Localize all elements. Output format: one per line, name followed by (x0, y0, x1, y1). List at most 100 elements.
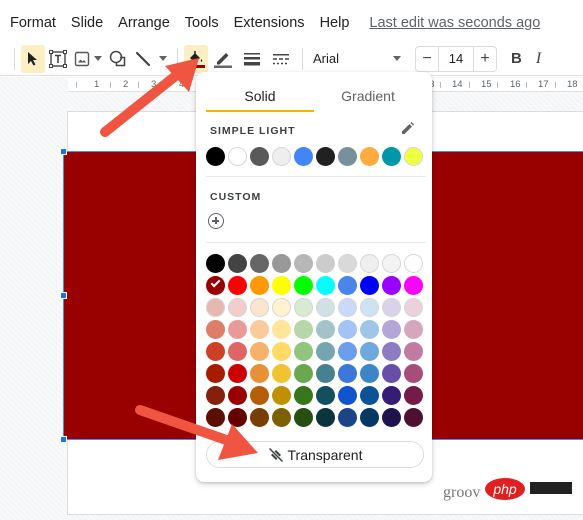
palette-color-swatch[interactable] (206, 342, 225, 361)
palette-color-swatch[interactable] (316, 342, 335, 361)
theme-color-swatch[interactable] (228, 147, 247, 166)
palette-color-swatch[interactable] (250, 408, 269, 427)
palette-color-swatch[interactable] (360, 386, 379, 405)
palette-color-swatch[interactable] (272, 298, 291, 317)
palette-color-swatch[interactable] (382, 386, 401, 405)
palette-color-swatch[interactable] (250, 364, 269, 383)
palette-color-swatch[interactable] (360, 254, 379, 273)
palette-color-swatch[interactable] (294, 386, 313, 405)
palette-color-swatch[interactable] (360, 342, 379, 361)
palette-color-swatch[interactable] (206, 408, 225, 427)
theme-color-swatch[interactable] (250, 147, 269, 166)
theme-color-swatch[interactable] (294, 147, 313, 166)
palette-color-swatch[interactable] (360, 364, 379, 383)
resize-handle-top-left[interactable] (60, 148, 67, 155)
palette-color-swatch[interactable] (316, 408, 335, 427)
palette-color-swatch[interactable] (272, 342, 291, 361)
resize-handle-bottom-left[interactable] (60, 436, 67, 443)
palette-color-swatch[interactable] (294, 276, 313, 295)
decrease-font-size-button[interactable]: − (416, 47, 438, 71)
palette-color-swatch[interactable] (382, 408, 401, 427)
palette-color-swatch[interactable] (228, 276, 247, 295)
palette-color-swatch[interactable] (338, 386, 357, 405)
palette-color-swatch[interactable] (272, 386, 291, 405)
image-tool-button[interactable] (71, 45, 105, 73)
palette-color-swatch[interactable] (316, 276, 335, 295)
palette-color-swatch[interactable] (272, 408, 291, 427)
palette-color-swatch[interactable] (338, 320, 357, 339)
palette-color-swatch[interactable] (404, 342, 423, 361)
palette-color-swatch[interactable] (338, 254, 357, 273)
theme-color-swatch[interactable] (338, 147, 357, 166)
edit-theme-button[interactable] (401, 122, 414, 140)
palette-color-swatch[interactable] (294, 364, 313, 383)
palette-color-swatch[interactable] (228, 386, 247, 405)
palette-color-swatch[interactable] (206, 386, 225, 405)
palette-color-swatch[interactable] (338, 408, 357, 427)
palette-color-swatch[interactable] (404, 254, 423, 273)
palette-color-swatch[interactable] (316, 254, 335, 273)
palette-color-swatch[interactable] (228, 408, 247, 427)
palette-color-swatch[interactable] (272, 276, 291, 295)
palette-color-swatch[interactable] (294, 298, 313, 317)
resize-handle-middle-left[interactable] (60, 292, 67, 299)
increase-font-size-button[interactable]: + (474, 47, 496, 71)
text-box-tool-button[interactable] (45, 45, 71, 73)
menu-help[interactable]: Help (320, 15, 350, 31)
palette-color-swatch[interactable] (250, 298, 269, 317)
palette-color-swatch[interactable] (228, 254, 247, 273)
palette-color-swatch[interactable] (404, 276, 423, 295)
palette-color-swatch[interactable] (338, 364, 357, 383)
italic-button[interactable]: I (536, 50, 541, 68)
palette-color-swatch[interactable] (360, 298, 379, 317)
palette-color-swatch[interactable] (294, 342, 313, 361)
theme-color-swatch[interactable] (360, 147, 379, 166)
palette-color-swatch[interactable] (360, 276, 379, 295)
last-edit-link[interactable]: Last edit was seconds ago (369, 15, 540, 31)
palette-color-swatch[interactable] (250, 254, 269, 273)
palette-color-swatch[interactable] (338, 276, 357, 295)
palette-color-swatch[interactable] (272, 364, 291, 383)
palette-color-swatch[interactable] (250, 386, 269, 405)
palette-color-swatch[interactable] (382, 254, 401, 273)
palette-color-swatch[interactable] (360, 320, 379, 339)
palette-color-swatch[interactable] (206, 298, 225, 317)
theme-color-swatch[interactable] (206, 147, 225, 166)
palette-color-swatch[interactable] (228, 342, 247, 361)
palette-color-swatch[interactable] (360, 408, 379, 427)
palette-color-swatch[interactable] (272, 320, 291, 339)
palette-color-swatch[interactable] (338, 298, 357, 317)
palette-color-swatch[interactable] (250, 276, 269, 295)
palette-color-swatch[interactable] (228, 364, 247, 383)
palette-color-swatch[interactable] (228, 320, 247, 339)
transparent-button[interactable]: Transparent (206, 441, 424, 468)
fill-color-button[interactable] (184, 44, 208, 73)
font-size-input[interactable]: 14 (438, 46, 474, 71)
palette-color-swatch[interactable] (316, 298, 335, 317)
palette-color-swatch[interactable] (272, 254, 291, 273)
menu-format[interactable]: Format (10, 15, 56, 31)
line-tool-button[interactable] (131, 45, 171, 73)
palette-color-swatch[interactable] (338, 342, 357, 361)
palette-color-swatch[interactable] (294, 254, 313, 273)
palette-color-swatch[interactable] (250, 320, 269, 339)
palette-color-swatch[interactable] (382, 364, 401, 383)
palette-color-swatch-selected[interactable] (206, 276, 225, 295)
menu-arrange[interactable]: Arrange (118, 15, 170, 31)
border-color-button[interactable] (208, 45, 238, 73)
theme-color-swatch[interactable] (272, 147, 291, 166)
palette-color-swatch[interactable] (382, 276, 401, 295)
menu-slide[interactable]: Slide (71, 15, 103, 31)
palette-color-swatch[interactable] (404, 298, 423, 317)
palette-color-swatch[interactable] (382, 298, 401, 317)
border-weight-button[interactable] (238, 45, 266, 73)
tab-gradient[interactable]: Gradient (314, 82, 422, 112)
palette-color-swatch[interactable] (316, 320, 335, 339)
font-family-select[interactable]: Arial (309, 45, 409, 73)
palette-color-swatch[interactable] (316, 364, 335, 383)
shape-tool-button[interactable] (105, 45, 131, 73)
select-tool-button[interactable] (21, 44, 45, 73)
theme-color-swatch[interactable] (404, 147, 423, 166)
palette-color-swatch[interactable] (404, 408, 423, 427)
menu-tools[interactable]: Tools (185, 15, 219, 31)
